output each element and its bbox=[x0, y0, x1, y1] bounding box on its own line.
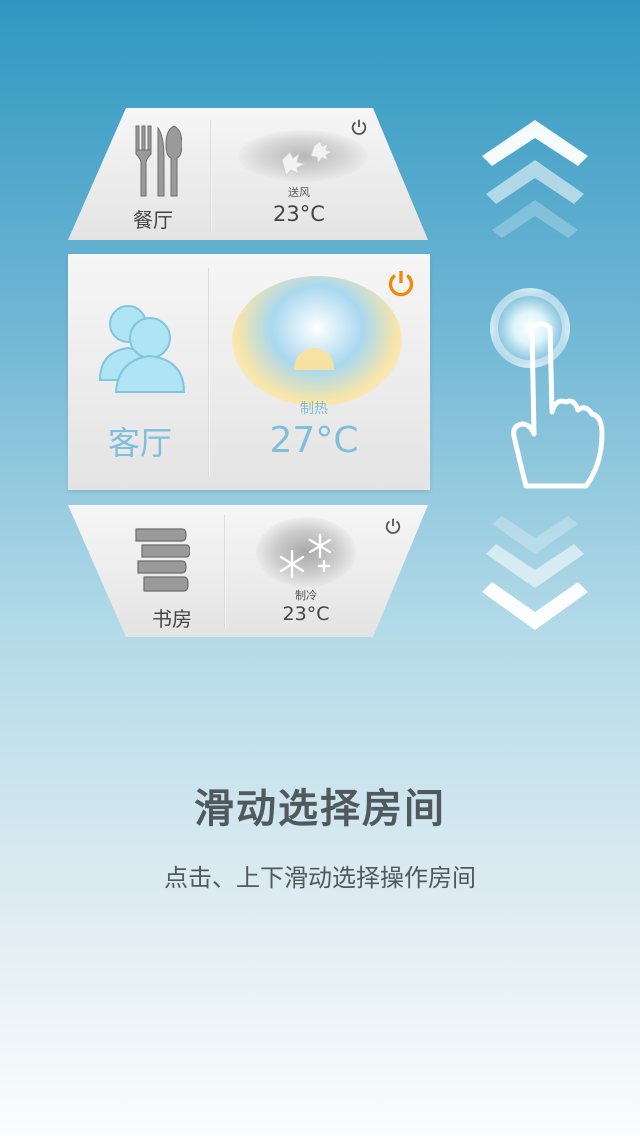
sunny-weather-icon bbox=[232, 276, 402, 406]
card-divider bbox=[208, 268, 210, 476]
fork-knife-icon bbox=[135, 125, 182, 197]
room-label-study: 书房 bbox=[152, 607, 192, 631]
power-icon-study[interactable] bbox=[384, 517, 402, 535]
power-icon-dining[interactable] bbox=[350, 118, 368, 136]
chevron-down-icon bbox=[482, 516, 588, 630]
room-card-dining[interactable]: 餐厅 送风 23°C bbox=[68, 108, 428, 240]
power-icon-living[interactable] bbox=[386, 268, 416, 298]
guide-title: 滑动选择房间 bbox=[194, 786, 446, 832]
room-card-living[interactable]: 客厅 制热 27°C bbox=[68, 254, 430, 490]
room-label-dining: 餐厅 bbox=[133, 208, 173, 232]
mode-label-study: 制冷 bbox=[295, 589, 317, 602]
guide-subtitle: 点击、上下滑动选择操作房间 bbox=[164, 864, 476, 892]
chevron-up-icon bbox=[482, 120, 588, 238]
mode-label-living: 制热 bbox=[300, 401, 328, 417]
room-label-living: 客厅 bbox=[107, 424, 172, 462]
temp-living: 27°C bbox=[269, 420, 359, 461]
temp-dining: 23°C bbox=[273, 202, 325, 226]
card-divider bbox=[224, 515, 226, 629]
room-card-study[interactable]: 书房 制冷 23°C bbox=[68, 505, 428, 637]
people-icon bbox=[98, 305, 186, 393]
temp-study: 23°C bbox=[282, 603, 330, 625]
wind-weather-icon bbox=[238, 130, 368, 182]
hand-pointer-icon bbox=[511, 321, 605, 489]
mode-label-dining: 送风 bbox=[288, 186, 310, 199]
books-icon bbox=[135, 528, 190, 592]
snow-weather-icon bbox=[256, 517, 356, 587]
card-divider bbox=[210, 120, 212, 232]
